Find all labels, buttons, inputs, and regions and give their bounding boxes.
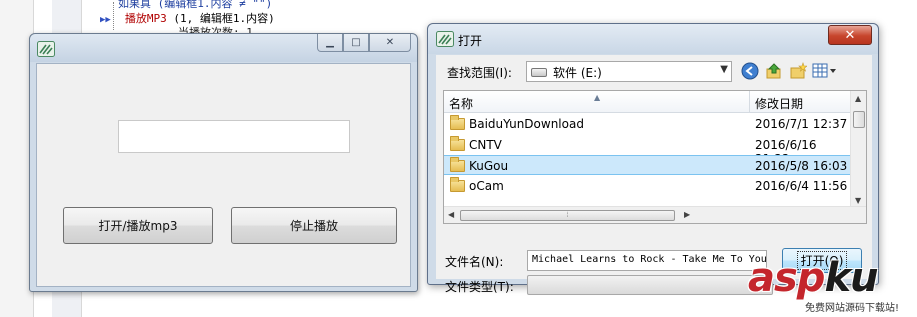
file-path-input[interactable] — [118, 120, 350, 153]
view-grid-icon — [812, 63, 836, 78]
window-controls: ▁ □ ✕ — [317, 34, 411, 53]
file-type-label: 文件类型(T): — [445, 280, 514, 294]
folder-icon — [450, 157, 465, 172]
scroll-down-icon[interactable]: ▼ — [855, 196, 861, 205]
file-row[interactable]: BaiduYunDownload 2016/7/1 12:37 — [444, 114, 852, 134]
scroll-up-icon[interactable]: ▲ — [855, 94, 861, 103]
file-name: oCam — [469, 178, 504, 193]
dialog-close-button[interactable]: ✕ — [828, 25, 872, 45]
look-in-value: 软件 (E:) — [553, 66, 602, 80]
code-keyword: 播放MP3 — [124, 12, 167, 25]
file-name-input[interactable]: Michael Learns to Rock - Take Me To You — [527, 250, 767, 271]
watermark-logo: aspku — [748, 255, 879, 301]
scroll-right-icon[interactable]: ▶ — [684, 210, 690, 219]
minimize-button[interactable]: ▁ — [317, 34, 343, 52]
close-icon: ✕ — [844, 27, 856, 43]
dialog-titlebar[interactable]: 打开 ✕ — [428, 24, 878, 54]
scrollbar-thumb[interactable]: ⦙ — [460, 210, 675, 221]
look-in-label: 查找范围(I): — [447, 66, 512, 80]
watermark-brand-main: asp — [748, 255, 825, 301]
folder-icon — [450, 176, 465, 192]
sort-ascending-icon: ▲ — [594, 93, 601, 102]
horizontal-scrollbar[interactable]: ◀ ⦙ ▶ — [444, 206, 866, 223]
new-folder-icon — [790, 62, 807, 79]
file-date: 2016/7/1 12:37 — [755, 117, 848, 131]
close-button[interactable]: ✕ — [369, 34, 411, 52]
open-play-mp3-button[interactable]: 打开/播放mp3 — [63, 207, 213, 244]
back-arrow-icon — [741, 62, 759, 80]
column-header-date[interactable]: 修改日期 — [755, 95, 803, 112]
file-name: BaiduYunDownload — [469, 117, 584, 131]
open-file-dialog: 打开 ✕ 查找范围(I): 软件 (E:) ▼ 名称 ▲ 修改日期 BaiduY… — [427, 23, 879, 295]
up-folder-button[interactable] — [763, 61, 785, 81]
view-menu-button[interactable] — [811, 61, 839, 81]
folder-icon — [450, 115, 465, 130]
look-in-combobox[interactable]: 软件 (E:) ▼ — [526, 61, 732, 82]
file-date: 2016/6/4 11:56 — [755, 178, 848, 193]
dialog-client-area: 查找范围(I): 软件 (E:) ▼ 名称 ▲ 修改日期 BaiduYunDow… — [436, 55, 872, 295]
maximize-icon: □ — [351, 37, 361, 48]
minimize-icon: ▁ — [326, 37, 334, 48]
file-row[interactable]: CNTV2016/6/16 21:22 — [444, 135, 852, 166]
folder-icon — [450, 135, 465, 151]
current-line-arrow-icon: ▶▶ — [100, 15, 111, 25]
file-name: KuGou — [469, 159, 509, 173]
dialog-title: 打开 — [458, 34, 483, 48]
up-folder-icon — [766, 63, 781, 79]
back-button[interactable] — [739, 61, 761, 81]
new-folder-button[interactable] — [787, 61, 809, 81]
file-name-label: 文件名(N): — [445, 255, 504, 269]
watermark-brand-alt: ku — [824, 255, 878, 301]
file-list[interactable]: 名称 ▲ 修改日期 BaiduYunDownload 2016/7/1 12:37… — [443, 90, 867, 224]
file-name: CNTV — [469, 137, 502, 152]
player-titlebar[interactable]: ▁ □ ✕ — [30, 34, 417, 62]
watermark-subtitle: 免费网站源码下载站! — [805, 303, 900, 314]
column-divider[interactable] — [749, 91, 750, 113]
app-icon — [37, 41, 55, 57]
app-icon — [436, 31, 454, 47]
player-client-area: 打开/播放mp3 停止播放 — [36, 63, 411, 287]
drive-icon — [531, 68, 547, 77]
file-row[interactable]: oCam 2016/6/4 11:56 — [444, 176, 852, 196]
column-header-name[interactable]: 名称 — [449, 95, 473, 112]
scrollbar-thumb[interactable] — [853, 111, 865, 128]
file-row[interactable]: KuGou 2016/5/8 16:03 — [444, 155, 852, 175]
file-date: 2016/5/8 16:03 — [755, 159, 848, 173]
file-list-header: 名称 ▲ 修改日期 — [444, 91, 852, 113]
player-window: ▁ □ ✕ 打开/播放mp3 停止播放 — [29, 33, 418, 292]
chevron-down-icon: ▼ — [720, 64, 728, 75]
stop-playback-button[interactable]: 停止播放 — [231, 207, 397, 244]
vertical-scrollbar[interactable]: ▲ ▼ — [850, 91, 866, 207]
maximize-button[interactable]: □ — [343, 34, 369, 52]
file-type-combobox[interactable] — [527, 275, 773, 295]
close-icon: ✕ — [385, 37, 395, 48]
scroll-left-icon[interactable]: ◀ — [448, 210, 454, 219]
